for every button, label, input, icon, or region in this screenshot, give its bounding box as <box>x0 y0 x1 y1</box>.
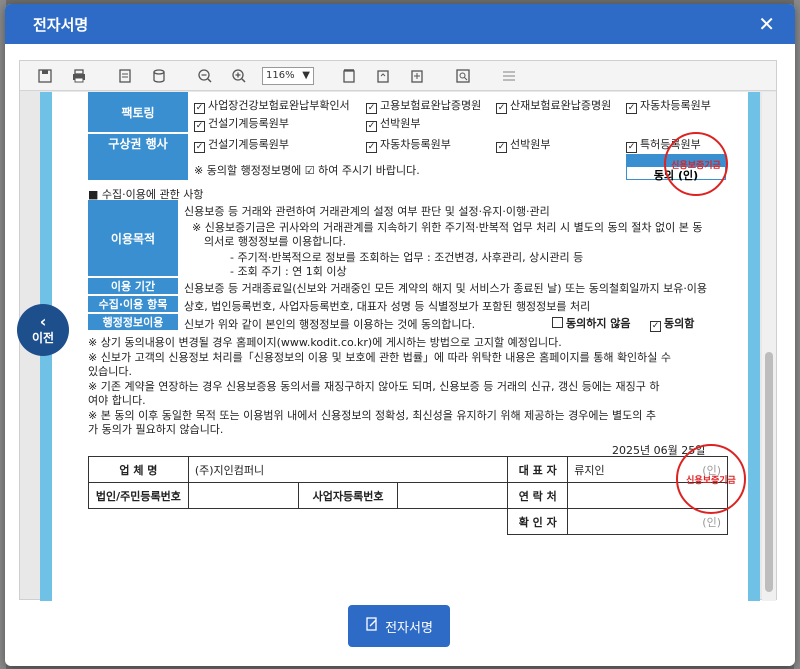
esign-button-label: 전자서명 <box>385 620 433 636</box>
recourse-label-fill <box>88 152 188 180</box>
biz-no-value <box>397 482 509 509</box>
recourse-label: 구상권 행사 <box>88 134 188 152</box>
chevron-down-icon: ▼ <box>302 70 310 81</box>
zoom-select[interactable]: 116% ▼ <box>262 66 314 85</box>
checkbox-unchecked <box>552 317 563 328</box>
admin-label: 행정정보이용 <box>88 314 178 330</box>
company-seal-stamp-bottom: 신용보증기금 <box>676 444 746 514</box>
factoring-label: 팩토링 <box>88 92 188 132</box>
signer-row-2: 법인/주민등록번호 사업자등록번호 연 락 처 <box>88 482 728 509</box>
corp-no-label: 법인/주민등록번호 <box>88 482 189 509</box>
menu-icon[interactable] <box>500 67 518 85</box>
note-line-3: 있습니다. <box>88 365 132 378</box>
signer-row-3: 확 인 자 (인) <box>89 508 728 535</box>
checkbox-checked: ✓ <box>496 142 507 153</box>
checkbox-checked: ✓ <box>366 121 377 132</box>
confirm-label: 확 인 자 <box>507 508 569 535</box>
paper-border: 팩토링 ✓ 사업장건강보험료완납부확인서 ✓ 고용보험료완납증명원 ✓ 산재보험료완납… <box>40 92 760 601</box>
checkbox-checked: ✓ <box>496 103 507 114</box>
page-next-icon[interactable] <box>408 67 426 85</box>
contact-label: 연 락 처 <box>507 482 569 509</box>
note-line-1: ※ 상기 동의내용이 변경될 경우 홈페이지(www.kodit.co.kr)에… <box>88 336 562 349</box>
note-line-4: ※ 기존 계약을 연장하는 경우 신용보증용 동의서를 재징구하지 않아도 되며… <box>88 380 660 393</box>
checkbox-checked: ✓ <box>194 103 205 114</box>
purpose-line-5: - 조회 주기 : 연 1회 이상 <box>230 265 347 278</box>
period-label: 이용 기간 <box>88 278 178 294</box>
checkbox-checked: ✓ <box>194 121 205 132</box>
items-text: 상호, 법인등록번호, 사업자등록번호, 대표자 성명 등 식별정보가 포함된 … <box>184 300 591 313</box>
consent-note: ※ 동의할 행정정보명에 ☑ 하여 주시기 바랍니다. <box>194 164 420 177</box>
viewer-toolbar: 116% ▼ <box>20 61 776 91</box>
disagree-option[interactable]: 동의하지 않음 <box>552 315 631 331</box>
paper-page: 팩토링 ✓ 사업장건강보험료완납부확인서 ✓ 고용보험료완납증명원 ✓ 산재보험료완납… <box>52 92 748 601</box>
period-text: 신용보증 등 거래종료일(신보와 거래중인 모든 계약의 해지 및 서비스가 종… <box>184 282 708 295</box>
note-line-7: 가 동의가 필요하지 않습니다. <box>88 423 224 436</box>
document-viewer: 116% ▼ 팩토링 ✓ 사업장건강보험료완납부확인서 ✓ 고용보험료완납증명원 ✓ 산… <box>19 60 777 601</box>
factoring-item-3[interactable]: ✓ 산재보험료완납증명원 <box>496 97 611 114</box>
factoring-item-1[interactable]: ✓ 사업장건강보험료완납부확인서 <box>194 97 350 114</box>
page-prev-icon[interactable] <box>374 67 392 85</box>
modal-header: 전자서명 ✕ <box>5 4 795 44</box>
recourse-item-1[interactable]: ✓ 건설기계등록원부 <box>194 136 289 153</box>
modal-title: 전자서명 <box>33 15 89 34</box>
document-sign-icon <box>365 617 379 635</box>
checkbox-checked: ✓ <box>650 321 661 332</box>
company-label: 업 체 명 <box>88 456 189 483</box>
factoring-item-2[interactable]: ✓ 고용보험료완납증명원 <box>366 97 481 114</box>
signer-row-1: 업 체 명 (주)지인컴퍼니 대 표 자 류지인 (인) <box>88 456 728 483</box>
close-icon[interactable]: ✕ <box>758 14 775 34</box>
rep-value: 류지인 <box>574 463 605 477</box>
document-page-area: 팩토링 ✓ 사업장건강보험료완납부확인서 ✓ 고용보험료완납증명원 ✓ 산재보험료완납… <box>20 92 762 601</box>
checkbox-checked: ✓ <box>626 103 637 114</box>
factoring-item-4[interactable]: ✓ 자동차등록원부 <box>626 97 711 114</box>
rep-label: 대 표 자 <box>507 456 569 483</box>
checkbox-checked: ✓ <box>366 142 377 153</box>
note-line-5: 여야 합니다. <box>88 394 146 407</box>
checkbox-checked: ✓ <box>366 103 377 114</box>
items-label: 수집·이용 항목 <box>88 296 178 312</box>
note-line-2: ※ 신보가 고객의 신용정보 처리를「신용정보의 이용 및 보호에 관한 법률」… <box>88 351 672 364</box>
esign-modal: 전자서명 ✕ 116% ▼ 팩토링 ✓ 사업장건강보험료완납부확인서 ✓ 고용보… <box>5 4 795 666</box>
zoom-value: 116% <box>266 70 295 81</box>
checkbox-checked: ✓ <box>194 142 205 153</box>
biz-no-label: 사업자등록번호 <box>297 482 399 509</box>
purpose-line-3: 의서로 행정정보를 이용합니다. <box>204 235 347 248</box>
corp-no-value <box>187 482 299 509</box>
admin-text: 신보가 위와 같이 본인의 행정정보를 이용하는 것에 동의합니다. <box>184 318 476 331</box>
checkbox-checked: ✓ <box>626 142 637 153</box>
recourse-item-3[interactable]: ✓ 선박원부 <box>496 136 550 153</box>
vertical-scrollbar-track[interactable] <box>762 92 776 601</box>
company-seal-stamp-top: 신용보증기금 <box>664 132 728 196</box>
purpose-label: 이용목적 <box>88 200 178 276</box>
print-icon[interactable] <box>70 67 88 85</box>
prev-label: 이전 <box>31 330 55 345</box>
company-value: (주)지인컴퍼니 <box>187 456 509 483</box>
chevron-left-icon: ‹ <box>39 311 47 331</box>
page-first-icon[interactable] <box>340 67 358 85</box>
factoring-item-5[interactable]: ✓ 건설기계등록원부 <box>194 115 289 132</box>
vertical-scrollbar-thumb[interactable] <box>765 352 773 592</box>
document-icon[interactable] <box>116 67 134 85</box>
search-icon[interactable] <box>454 67 472 85</box>
factoring-item-6[interactable]: ✓ 선박원부 <box>366 115 420 132</box>
purpose-line-1: 신용보증 등 거래와 관련하여 거래관계의 설정 여부 판단 및 설정·유지·이… <box>184 205 550 218</box>
save-icon[interactable] <box>36 67 54 85</box>
signer-table: 업 체 명 (주)지인컴퍼니 대 표 자 류지인 (인) 법인/주민등록번호 사업… <box>88 456 728 535</box>
prev-button[interactable]: ‹ 이전 <box>17 304 69 356</box>
agree-option[interactable]: ✓ 동의함 <box>650 315 694 332</box>
zoom-out-icon[interactable] <box>196 67 214 85</box>
zoom-in-icon[interactable] <box>230 67 248 85</box>
esign-button[interactable]: 전자서명 <box>348 605 450 647</box>
recourse-item-2[interactable]: ✓ 자동차등록원부 <box>366 136 451 153</box>
database-icon[interactable] <box>150 67 168 85</box>
